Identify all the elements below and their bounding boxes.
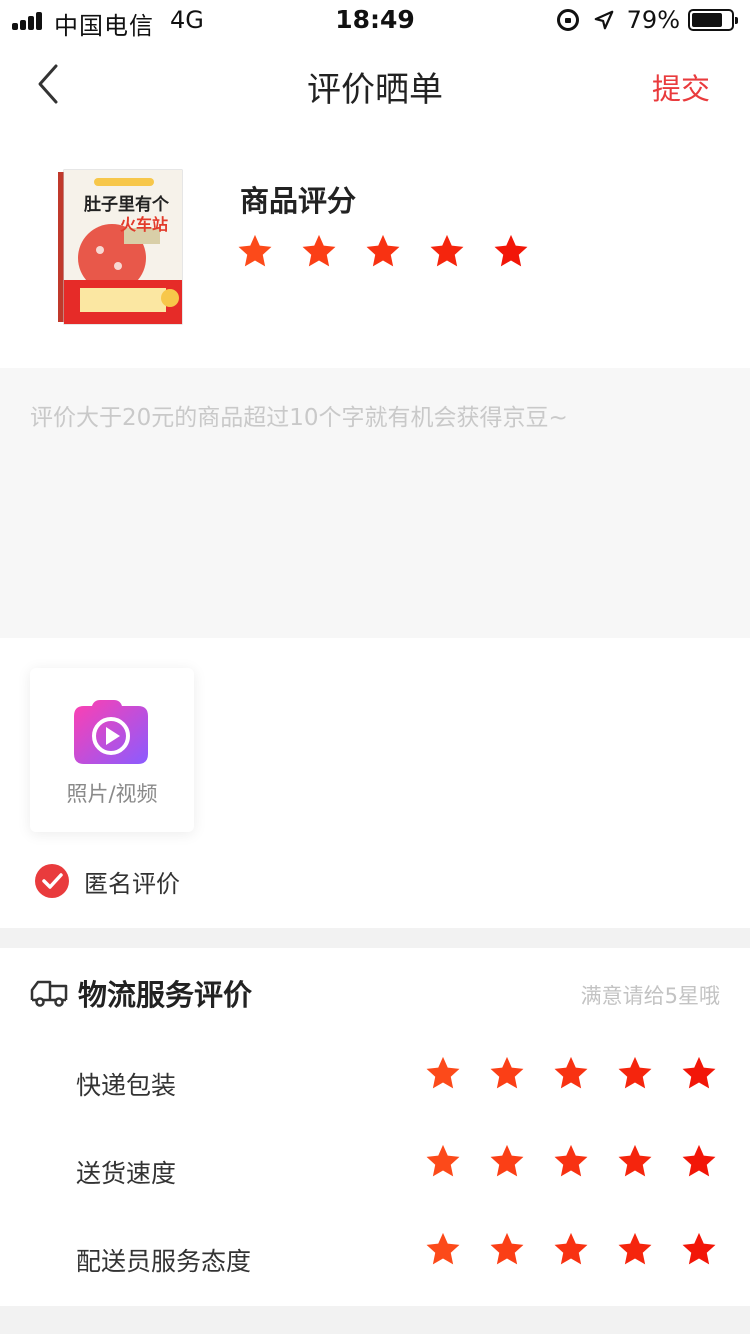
product-rating-section: 肚子里有个 火车站 商品评分 — [0, 128, 750, 368]
submit-button[interactable]: 提交 — [652, 66, 710, 108]
star-icon[interactable] — [424, 1142, 462, 1180]
star-icon[interactable] — [552, 1054, 590, 1092]
star-icon[interactable] — [616, 1230, 654, 1268]
star-icon[interactable] — [488, 1142, 526, 1180]
star-icon[interactable] — [680, 1142, 718, 1180]
star-icon[interactable] — [492, 232, 530, 270]
review-input[interactable] — [0, 368, 750, 638]
star-icon[interactable] — [364, 232, 402, 270]
star-icon[interactable] — [424, 1054, 462, 1092]
star-icon[interactable] — [680, 1230, 718, 1268]
star-icon[interactable] — [488, 1230, 526, 1268]
speed-star-rating[interactable] — [424, 1142, 744, 1180]
status-bar: 中国电信 4G 18:49 79% — [0, 0, 750, 40]
nav-bar: 评价晒单 提交 — [0, 40, 750, 128]
logistics-hint: 满意请给5星哦 — [580, 984, 720, 1008]
battery-percent: 79% — [626, 6, 680, 34]
page-title: 评价晒单 — [307, 70, 443, 110]
anonymous-toggle[interactable]: 匿名评价 — [34, 862, 180, 900]
product-rating-label: 商品评分 — [240, 184, 357, 218]
star-icon[interactable] — [428, 232, 466, 270]
section-divider — [0, 928, 750, 948]
star-icon[interactable] — [424, 1230, 462, 1268]
star-icon[interactable] — [552, 1142, 590, 1180]
upload-photo-video-button[interactable]: 照片/视频 — [30, 668, 194, 832]
courier-star-rating[interactable] — [424, 1230, 744, 1268]
star-icon[interactable] — [300, 232, 338, 270]
packaging-star-rating[interactable] — [424, 1054, 744, 1092]
logistics-row-courier: 配送员服务态度 — [0, 1216, 750, 1304]
book-title-line2: 火车站 — [120, 215, 168, 234]
logistics-row-speed: 送货速度 — [0, 1128, 750, 1216]
logistics-title: 物流服务评价 — [78, 978, 253, 1012]
upload-label: 照片/视频 — [66, 782, 158, 806]
anonymous-label: 匿名评价 — [84, 869, 180, 898]
star-icon[interactable] — [680, 1054, 718, 1092]
logistics-header: 物流服务评价 满意请给5星哦 — [0, 948, 750, 1040]
star-icon[interactable] — [616, 1054, 654, 1092]
bottom-divider — [0, 1306, 750, 1334]
battery-icon — [688, 9, 738, 31]
location-arrow-icon — [594, 10, 614, 30]
row-label: 配送员服务态度 — [76, 1247, 252, 1276]
product-star-rating[interactable] — [236, 232, 556, 270]
logistics-row-packaging: 快递包装 — [0, 1040, 750, 1128]
star-icon[interactable] — [552, 1230, 590, 1268]
row-label: 送货速度 — [76, 1159, 177, 1188]
orientation-lock-icon — [556, 9, 579, 31]
product-image[interactable]: 肚子里有个 火车站 — [54, 168, 186, 328]
truck-icon — [30, 980, 68, 1007]
row-label: 快递包装 — [76, 1071, 177, 1100]
review-text-area — [0, 368, 750, 638]
book-title-line1: 肚子里有个 — [84, 194, 170, 215]
checkmark-circle-icon[interactable] — [34, 863, 70, 899]
camera-video-icon — [74, 700, 148, 764]
star-icon[interactable] — [488, 1054, 526, 1092]
star-icon[interactable] — [616, 1142, 654, 1180]
star-icon[interactable] — [236, 232, 274, 270]
